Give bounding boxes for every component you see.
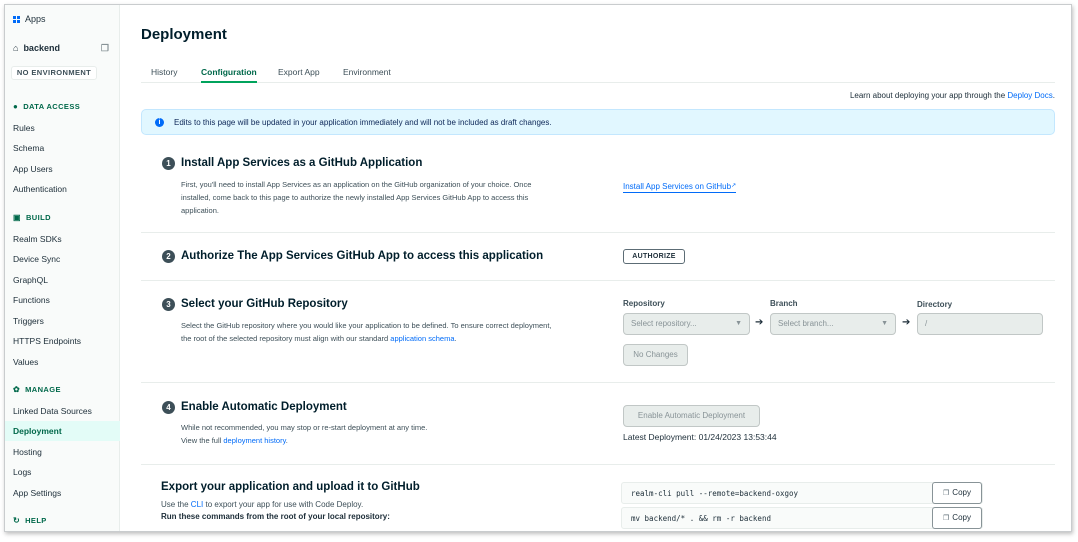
export-instructions: Run these commands from the root of your… [161, 512, 390, 521]
sidebar-item-linked-data-sources[interactable]: Linked Data Sources [5, 401, 120, 421]
apps-label: Apps [25, 14, 46, 24]
section-data-access: ● DATA ACCESS [13, 102, 81, 111]
application-schema-link[interactable]: application schema [390, 334, 454, 343]
sidebar-item-authentication[interactable]: Authentication [5, 179, 120, 199]
tab-export-app[interactable]: Export App [278, 67, 320, 83]
section-manage: ✿ MANAGE [13, 385, 61, 394]
sidebar: Apps ⌂ backend ❐ NO ENVIRONMENT ● DATA A… [5, 5, 120, 531]
copy-button[interactable]: ❐ Copy [932, 507, 982, 529]
apps-link[interactable]: Apps [13, 14, 46, 24]
code-snippet-pull: realm-cli pull --remote=backend-oxgoy ❐ C… [621, 482, 983, 504]
step-automatic-deployment: 4 Enable Automatic Deployment While not … [141, 383, 1055, 465]
environment-badge[interactable]: NO ENVIRONMENT [11, 66, 97, 80]
caret-down-icon: ▼ [735, 320, 742, 327]
sidebar-item-realm-sdks[interactable]: Realm SDKs [5, 229, 120, 249]
tab-environment[interactable]: Environment [343, 67, 391, 83]
external-link-icon: ↗ [731, 183, 737, 189]
copy-app-id-icon[interactable]: ❐ [101, 43, 109, 54]
sidebar-item-rules[interactable]: Rules [5, 118, 120, 138]
deploy-docs-link[interactable]: Deploy Docs [1007, 91, 1052, 100]
main-content: Deployment History Configuration Export … [121, 5, 1071, 531]
arrow-right-icon: ➔ [755, 317, 764, 328]
repository-select[interactable]: Select repository... ▼ [623, 313, 750, 335]
sidebar-item-functions[interactable]: Functions [5, 290, 120, 310]
info-icon: i [155, 118, 164, 127]
sidebar-item-values[interactable]: Values [5, 352, 120, 372]
copy-button[interactable]: ❐ Copy [932, 482, 982, 504]
directory-label: Directory [917, 300, 953, 309]
step-description-2: View the full deployment history. [181, 436, 288, 445]
step-title: Select your GitHub Repository [181, 298, 348, 310]
info-banner: i Edits to this page will be updated in … [141, 109, 1055, 135]
branch-select[interactable]: Select branch... ▼ [770, 313, 896, 335]
caret-down-icon: ▼ [881, 320, 888, 327]
step-number: 3 [162, 298, 175, 311]
sidebar-item-logs[interactable]: Logs [5, 462, 120, 482]
help-icon: ↻ [13, 516, 21, 525]
sidebar-item-triggers[interactable]: Triggers [5, 311, 120, 331]
section-help[interactable]: ↻ HELP [13, 516, 47, 525]
command-text: realm-cli pull --remote=backend-oxgoy [631, 489, 799, 498]
no-changes-button[interactable]: No Changes [623, 344, 688, 366]
authorize-button[interactable]: AUTHORIZE [623, 249, 685, 264]
gear-icon: ✿ [13, 385, 21, 394]
step-authorize: 2 Authorize The App Services GitHub App … [141, 233, 1055, 281]
page-title: Deployment [141, 26, 227, 43]
export-title: Export your application and upload it to… [161, 481, 420, 493]
step-number: 4 [162, 401, 175, 414]
tab-bar: History Configuration Export App Environ… [141, 63, 1055, 83]
latest-deployment: Latest Deployment: 01/24/2023 13:53:44 [623, 432, 777, 442]
repository-label: Repository [623, 299, 665, 308]
code-snippet-move: mv backend/* . && rm -r backend ❐ Copy [621, 507, 983, 529]
learn-about-deploying: Learn about deploying your app through t… [849, 91, 1055, 100]
install-github-link[interactable]: Install App Services on GitHub↗ [623, 182, 737, 193]
step-title: Authorize The App Services GitHub App to… [181, 250, 544, 262]
app-name: backend [23, 43, 60, 53]
code-icon: ▣ [13, 213, 21, 222]
command-text: mv backend/* . && rm -r backend [631, 514, 771, 523]
branch-label: Branch [770, 299, 798, 308]
step-description: First, you'll need to install App Servic… [181, 180, 532, 215]
apps-grid-icon [13, 15, 20, 23]
step-number: 1 [162, 157, 175, 170]
step-number: 2 [162, 250, 175, 263]
step-description-1: While not recommended, you may stop or r… [181, 423, 428, 432]
arrow-right-icon: ➔ [902, 317, 911, 328]
tab-configuration[interactable]: Configuration [201, 67, 257, 83]
deployment-history-link[interactable]: deployment history [223, 436, 285, 445]
step-title: Install App Services as a GitHub Applica… [181, 157, 423, 169]
sidebar-item-app-settings[interactable]: App Settings [5, 483, 120, 503]
app-selector[interactable]: ⌂ backend ❐ [13, 43, 113, 53]
step-title: Enable Automatic Deployment [181, 401, 347, 413]
tab-history[interactable]: History [151, 67, 177, 83]
home-icon: ⌂ [13, 43, 19, 53]
step-description: Select the GitHub repository where you w… [181, 321, 552, 343]
enable-automatic-deployment-button[interactable]: Enable Automatic Deployment [623, 405, 760, 427]
cli-link[interactable]: CLI [191, 500, 203, 509]
sidebar-item-app-users[interactable]: App Users [5, 159, 120, 179]
step-install-github-app: 1 Install App Services as a GitHub Appli… [141, 145, 1055, 233]
section-build: ▣ BUILD [13, 213, 51, 222]
sidebar-item-device-sync[interactable]: Device Sync [5, 249, 120, 269]
directory-input[interactable]: / [917, 313, 1043, 335]
database-icon: ● [13, 102, 19, 111]
sidebar-item-schema[interactable]: Schema [5, 138, 120, 158]
sidebar-item-hosting[interactable]: Hosting [5, 442, 120, 462]
step-select-repository: 3 Select your GitHub Repository Select t… [141, 281, 1055, 383]
copy-icon: ❐ [943, 515, 950, 522]
copy-icon: ❐ [943, 490, 950, 497]
sidebar-item-deployment[interactable]: Deployment [5, 421, 120, 441]
app-window: Apps ⌂ backend ❐ NO ENVIRONMENT ● DATA A… [4, 4, 1072, 532]
export-description: Use the CLI to export your app for use w… [161, 500, 390, 521]
banner-message: Edits to this page will be updated in yo… [174, 118, 552, 127]
sidebar-item-https-endpoints[interactable]: HTTPS Endpoints [5, 331, 120, 351]
sidebar-item-graphql[interactable]: GraphQL [5, 270, 120, 290]
